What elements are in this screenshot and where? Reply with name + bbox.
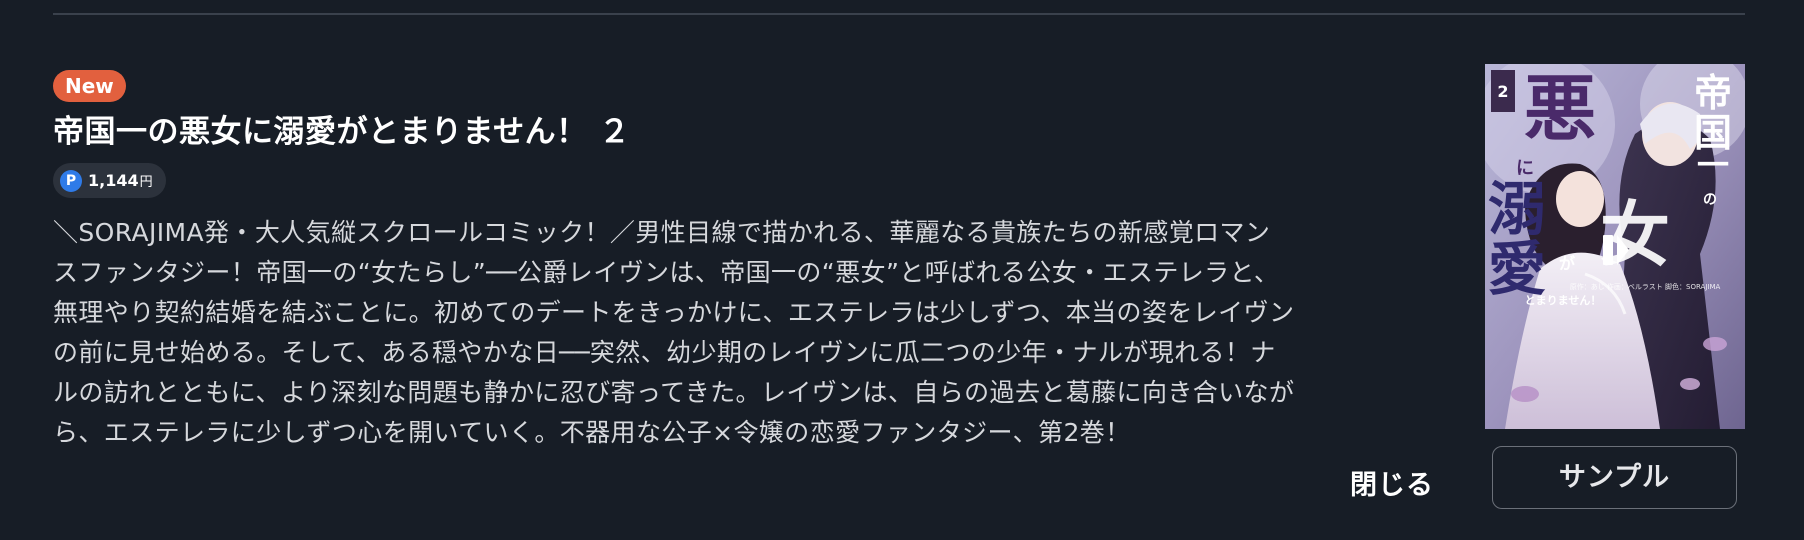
cover-title-char: 悪: [1524, 66, 1596, 151]
price-pill: P 1,144 円: [53, 163, 166, 198]
description-line: ルの訪れとともに、より深刻な問題も静かに忍び寄ってきた。レイヴンは、自らの過去と…: [53, 378, 1295, 407]
cover-title-char: 溺: [1488, 175, 1546, 243]
close-button[interactable]: 閉じる: [1350, 463, 1434, 502]
price-unit: 円: [139, 175, 153, 190]
book-title: 帝国一の悪女に溺愛がとまりません！ ２: [53, 114, 631, 150]
description-line: ら、エステレラに少しずつ心を開いていく。不器用な公子×令嬢の恋愛ファンタジー、第…: [53, 418, 1131, 447]
book-cover[interactable]: 2 悪 に 溺 愛 帝 国 一 の 女 が とまりません！ 原作：あじ 作画：ベ…: [1485, 64, 1745, 429]
cover-credits: 原作：あじ 作画：ベルラスト 脚色：SORAJIMA: [1570, 282, 1721, 291]
book-description: ＼SORAJIMA発・大人気縦スクロールコミック！／男性目線で描かれる、華麗なる…: [53, 213, 1433, 453]
top-divider: [53, 13, 1745, 15]
new-badge: New: [53, 70, 126, 102]
description-line: ＼SORAJIMA発・大人気縦スクロールコミック！／男性目線で描かれる、華麗なる…: [53, 218, 1271, 247]
sample-button[interactable]: サンプル: [1492, 446, 1737, 509]
cover-title-char: 帝: [1694, 70, 1732, 115]
cover-title-char: 愛: [1488, 235, 1546, 303]
description-line: 無理やり契約結婚を結ぶことに。初めてのデートをきっかけに、エステレラは少しずつ、…: [53, 298, 1295, 327]
pause-icon[interactable]: [1601, 232, 1631, 268]
cover-title-char: の: [1703, 192, 1717, 208]
cover-title-char: が: [1559, 254, 1575, 273]
point-icon: P: [60, 169, 82, 192]
description-line: の前に見せ始める。そして、ある穏やかな日──突然、幼少期のレイヴンに瓜二つの少年…: [53, 338, 1276, 367]
description-line: スファンタジー！帝国一の“女たらし”──公爵レイヴンは、帝国一の“悪女”と呼ばれ…: [53, 258, 1280, 287]
cover-volume-number: 2: [1497, 82, 1508, 101]
price-value: 1,144: [88, 171, 139, 190]
cover-title-char: 一: [1697, 146, 1729, 184]
cover-subtitle: とまりません！: [1525, 294, 1602, 307]
